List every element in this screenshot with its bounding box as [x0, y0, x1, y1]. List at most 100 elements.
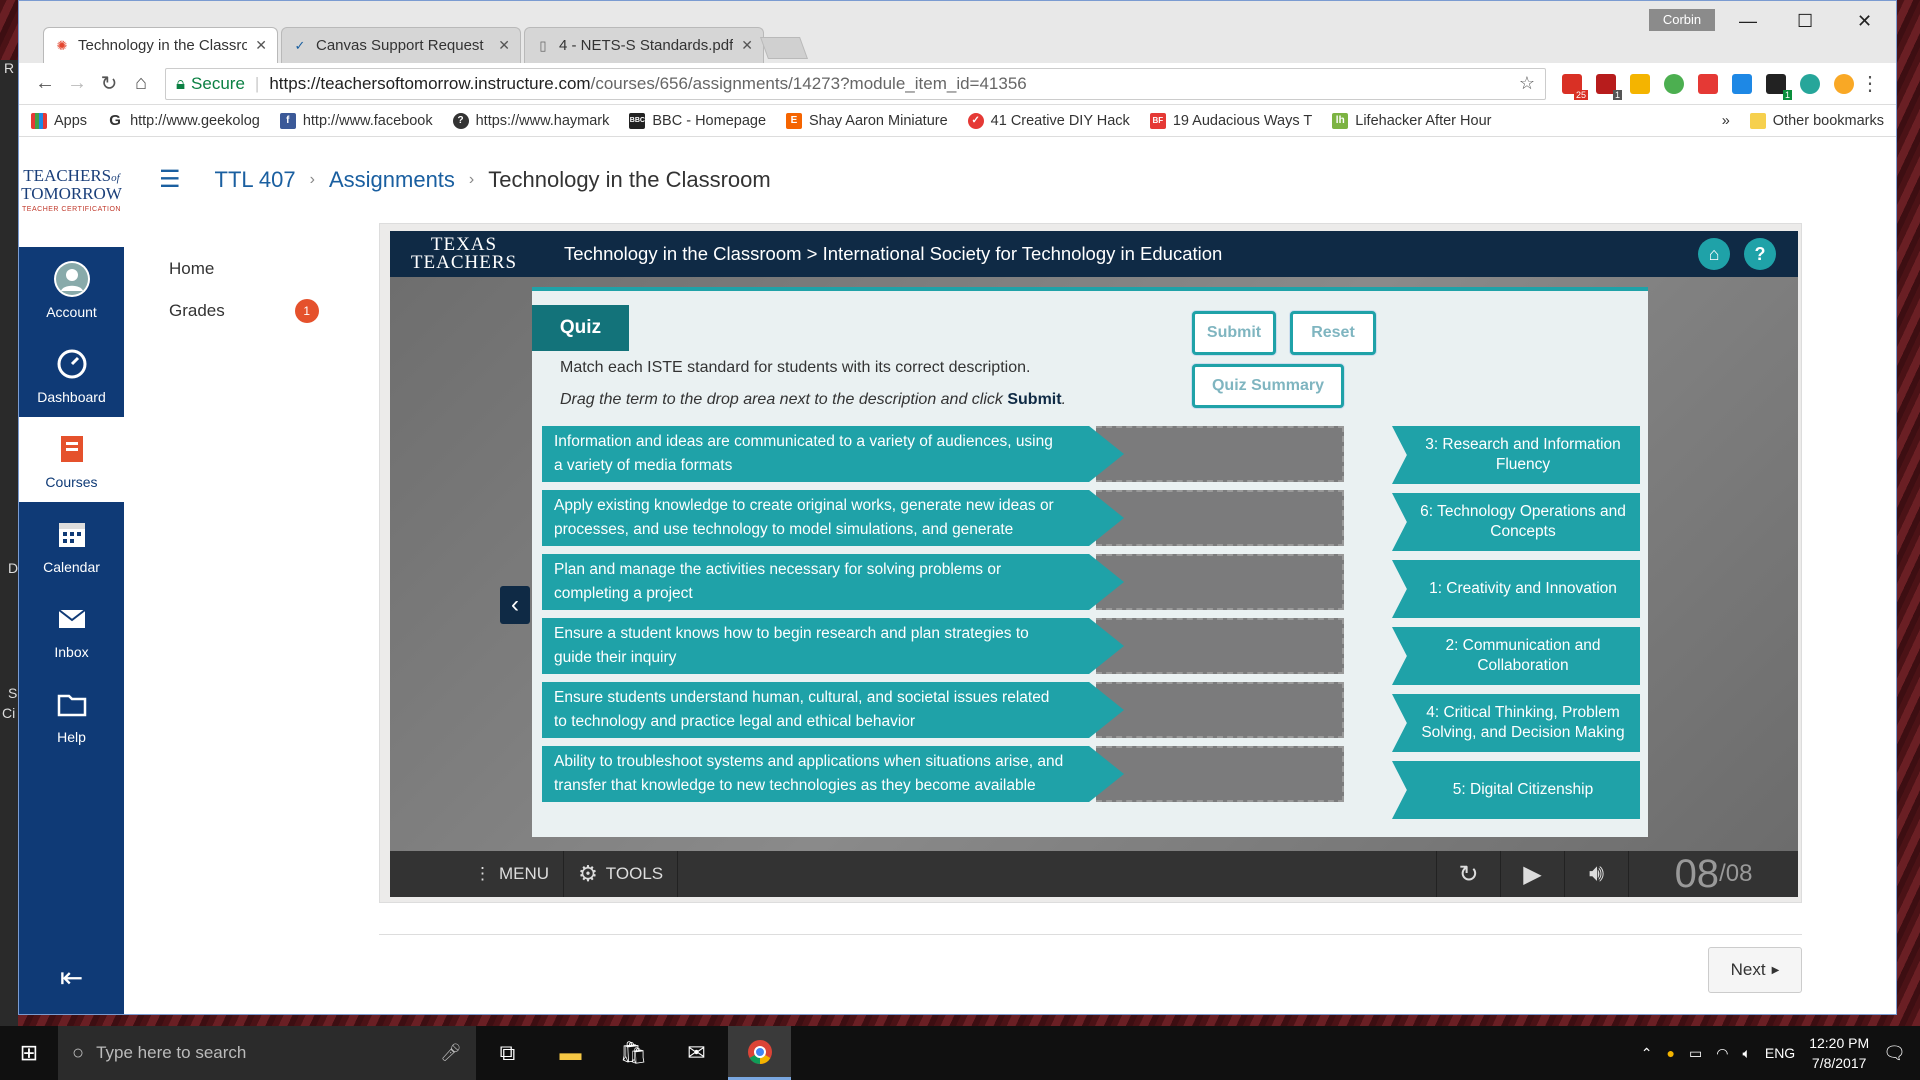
drop-area[interactable]	[1096, 746, 1344, 802]
drop-area[interactable]	[1096, 554, 1344, 610]
quiz-summary-button[interactable]: Quiz Summary	[1192, 364, 1344, 408]
hamburger-menu-icon[interactable]: ☰	[159, 165, 181, 194]
close-window-icon[interactable]: ✕	[1857, 11, 1872, 32]
address-bar[interactable]: 🔒︎ Secure | https://teachersoftomorrow.in…	[165, 67, 1546, 100]
volume-tray-icon[interactable]: 🔈︎	[1742, 1045, 1750, 1062]
drop-area[interactable]	[1096, 618, 1344, 674]
file-explorer-icon[interactable]: ▬	[539, 1026, 602, 1080]
breadcrumb: ☰ TTL 407 › Assignments › Technology in …	[159, 165, 771, 194]
globe-extension-icon[interactable]	[1664, 73, 1684, 94]
notifications-icon[interactable]: 🗨︎	[1883, 1043, 1906, 1064]
chevron-up-icon[interactable]: ⌃	[1641, 1045, 1653, 1062]
play-icon[interactable]: ▶	[1500, 851, 1564, 897]
bookmark-diy[interactable]: ✓ 41 Creative DIY Hack	[967, 112, 1130, 129]
secure-indicator[interactable]: 🔒︎ Secure	[176, 74, 245, 94]
bbc-icon: BBC	[629, 112, 646, 129]
tab-canvas-support[interactable]: ✓ Canvas Support Request ✕	[281, 27, 521, 63]
gmail-extension-icon[interactable]: 25	[1562, 73, 1588, 100]
tab-nets-pdf[interactable]: ▯ 4 - NETS-S Standards.pdf ✕	[524, 27, 764, 63]
bookmark-other[interactable]: Other bookmarks	[1749, 112, 1884, 129]
submit-button[interactable]: Submit	[1192, 311, 1276, 355]
chrome-menu-icon[interactable]: ⋮	[1854, 71, 1886, 96]
taskbar-search[interactable]: ○ Type here to search 🎤︎	[58, 1026, 476, 1080]
windows-start-icon[interactable]: ⊞	[0, 1040, 58, 1066]
bookmark-buzzfeed[interactable]: BF 19 Audacious Ways T	[1149, 112, 1312, 129]
lastpass-extension-icon[interactable]	[1698, 73, 1718, 94]
home-icon[interactable]: ⌂	[125, 72, 157, 95]
draggable-terms: 3: Research and Information Fluency 6: T…	[1392, 426, 1640, 828]
ublock-extension-icon[interactable]: 1	[1596, 73, 1622, 100]
m-extension-icon[interactable]	[1800, 73, 1820, 94]
quiz-panel: Quiz Match each ISTE standard for studen…	[532, 287, 1648, 837]
term-communication[interactable]: 2: Communication and Collaboration	[1392, 627, 1640, 685]
course-nav-grades[interactable]: Grades 1	[169, 299, 319, 323]
tab-technology-classroom[interactable]: ✺ Technology in the Classro ✕	[43, 27, 278, 63]
bookmark-facebook[interactable]: f http://www.facebook	[279, 112, 433, 129]
bookmark-lifehacker[interactable]: lh Lifehacker After Hour	[1332, 112, 1491, 129]
bookmarks-overflow[interactable]: »	[1722, 113, 1730, 129]
breadcrumb-assignments[interactable]: Assignments	[329, 167, 455, 193]
chrome-tray-icon[interactable]: ●	[1667, 1045, 1675, 1061]
nav-inbox[interactable]: Inbox	[19, 587, 124, 672]
chevron-left-icon[interactable]: ‹	[500, 586, 530, 624]
bookmark-star-icon[interactable]: ☆	[1519, 73, 1535, 94]
drop-area[interactable]	[1096, 490, 1344, 546]
tools-button[interactable]: ⚙ TOOLS	[564, 851, 679, 897]
breadcrumb-course[interactable]: TTL 407	[215, 167, 296, 193]
bookmark-bbc[interactable]: BBC BBC - Homepage	[629, 112, 766, 129]
close-icon[interactable]: ✕	[741, 37, 753, 54]
volume-icon[interactable]: 🔊︎	[1564, 851, 1628, 897]
alert-extension-icon[interactable]	[1834, 73, 1854, 94]
d-extension-icon[interactable]: 1	[1766, 73, 1792, 100]
replay-icon[interactable]: ↻	[1436, 851, 1500, 897]
nav-courses[interactable]: Courses	[19, 417, 124, 502]
maximize-icon[interactable]: ☐	[1797, 11, 1813, 32]
caret-right-icon: ▶	[1771, 964, 1780, 976]
term-technology-operations[interactable]: 6: Technology Operations and Concepts	[1392, 493, 1640, 551]
help-icon[interactable]: ?	[1744, 238, 1776, 270]
honey-extension-icon[interactable]	[1630, 73, 1650, 94]
microphone-icon[interactable]: 🎤︎	[440, 1043, 462, 1063]
collapse-nav-icon[interactable]: ⇤	[19, 961, 124, 994]
term-research[interactable]: 3: Research and Information Fluency	[1392, 426, 1640, 484]
forward-icon[interactable]: →	[61, 72, 93, 95]
close-icon[interactable]: ✕	[255, 37, 267, 54]
bookmark-apps[interactable]: Apps	[31, 112, 87, 129]
wifi-icon[interactable]: ◠	[1716, 1045, 1728, 1062]
language-indicator[interactable]: ENG	[1765, 1045, 1795, 1061]
menu-button[interactable]: ⋮ MENU	[460, 851, 565, 897]
chrome-icon[interactable]	[728, 1026, 791, 1080]
task-view-icon[interactable]: ⧉	[476, 1026, 539, 1080]
profile-button[interactable]: Corbin	[1649, 9, 1715, 31]
term-critical-thinking[interactable]: 4: Critical Thinking, Problem Solving, a…	[1392, 694, 1640, 752]
battery-icon[interactable]: ▭	[1689, 1045, 1702, 1062]
reload-icon[interactable]: ↻	[93, 71, 125, 96]
next-button[interactable]: Next ▶	[1708, 947, 1802, 993]
reset-button[interactable]: Reset	[1290, 311, 1376, 355]
close-icon[interactable]: ✕	[498, 37, 510, 54]
description-item: Ensure a student knows how to begin rese…	[542, 618, 1124, 674]
description-rows: Information and ideas are communicated t…	[542, 426, 1344, 810]
bookmark-geekologie[interactable]: Ghttp://www.geekolog	[107, 112, 260, 129]
nav-calendar[interactable]: Calendar	[19, 502, 124, 587]
term-creativity[interactable]: 1: Creativity and Innovation	[1392, 560, 1640, 618]
store-icon[interactable]: 🛍︎	[602, 1026, 665, 1080]
teachers-of-tomorrow-logo[interactable]: TEACHERSof TOMORROW TEACHER CERTIFICATIO…	[19, 139, 124, 247]
apps-icon	[31, 112, 47, 129]
bookmark-etsy[interactable]: E Shay Aaron Miniature	[786, 112, 948, 129]
course-nav-home[interactable]: Home	[169, 259, 319, 279]
skype-extension-icon[interactable]	[1732, 73, 1752, 94]
nav-help[interactable]: Help	[19, 672, 124, 757]
drop-area[interactable]	[1096, 426, 1344, 482]
term-digital-citizenship[interactable]: 5: Digital Citizenship	[1392, 761, 1640, 819]
drop-area[interactable]	[1096, 682, 1344, 738]
back-icon[interactable]: ←	[29, 72, 61, 95]
minimize-icon[interactable]: —	[1739, 11, 1757, 32]
bookmark-haymarket[interactable]: ? https://www.haymark	[452, 112, 609, 129]
nav-dashboard[interactable]: Dashboard	[19, 332, 124, 417]
clock[interactable]: 12:20 PM 7/8/2017	[1809, 1033, 1869, 1073]
new-tab-button[interactable]	[759, 37, 809, 59]
home-icon[interactable]: ⌂	[1698, 238, 1730, 270]
mail-icon[interactable]: ✉	[665, 1026, 728, 1080]
nav-account[interactable]: Account	[19, 247, 124, 332]
